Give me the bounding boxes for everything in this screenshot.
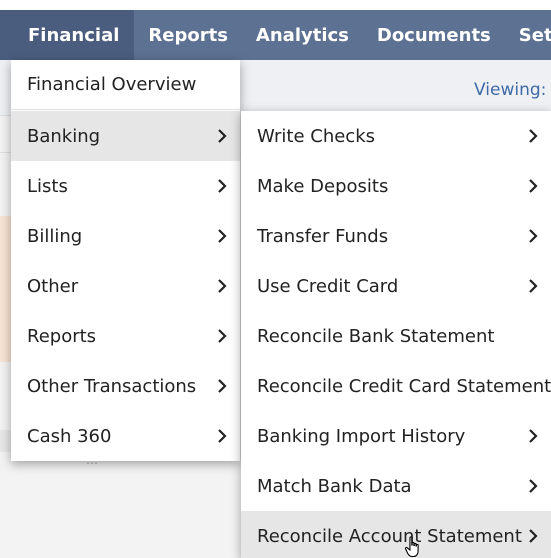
submenu-item-use-credit-card[interactable]: Use Credit Card (241, 261, 551, 311)
menu-item-cash-360[interactable]: Cash 360 (11, 411, 240, 461)
chevron-right-icon (218, 129, 227, 143)
chevron-right-icon (529, 429, 538, 443)
menu-item-label: Billing (27, 225, 83, 247)
nav-setup[interactable]: Setup (505, 10, 551, 60)
menu-item-other[interactable]: Other (11, 261, 240, 311)
menu-item-label: Reports (27, 325, 97, 347)
hand-pointer-icon (404, 536, 419, 558)
menu-item-reports[interactable]: Reports (11, 311, 240, 361)
menu-item-label: Match Bank Data (257, 475, 412, 497)
menu-item-label: Financial Overview (27, 74, 197, 95)
menu-item-lists[interactable]: Lists (11, 161, 240, 211)
top-strip (0, 0, 551, 10)
menu-item-label: Banking (27, 125, 101, 147)
menu-item-label: Cash 360 (27, 425, 112, 447)
submenu-item-banking-import-history[interactable]: Banking Import History (241, 411, 551, 461)
menu-item-billing[interactable]: Billing (11, 211, 240, 261)
nav-documents[interactable]: Documents (363, 10, 505, 60)
menu-item-label: Make Deposits (257, 175, 389, 197)
menu-item-label: Reconcile Credit Card Statement (257, 375, 551, 397)
main-navbar: Financial Reports Analytics Documents Se… (0, 10, 551, 60)
viewing-label[interactable]: Viewing: I (474, 80, 551, 100)
chevron-right-icon (218, 279, 227, 293)
nav-analytics[interactable]: Analytics (242, 10, 363, 60)
menu-item-label: Reconcile Account Statement (257, 525, 522, 547)
chevron-right-icon (529, 229, 538, 243)
submenu-item-reconcile-credit-card-statement[interactable]: Reconcile Credit Card Statement (241, 361, 551, 411)
submenu-item-reconcile-bank-statement[interactable]: Reconcile Bank Statement (241, 311, 551, 361)
menu-item-label: Transfer Funds (257, 225, 389, 247)
chevron-right-icon (218, 179, 227, 193)
chevron-right-icon (529, 129, 538, 143)
chevron-right-icon (529, 529, 538, 543)
submenu-item-transfer-funds[interactable]: Transfer Funds (241, 211, 551, 261)
menu-item-label: Banking Import History (257, 425, 466, 447)
nav-financial[interactable]: Financial (0, 10, 135, 60)
menu-item-label: Other Transactions (27, 375, 197, 397)
menu-item-label: Write Checks (257, 125, 375, 147)
menu-item-label: Other (27, 275, 79, 297)
submenu-item-make-deposits[interactable]: Make Deposits (241, 161, 551, 211)
chevron-right-icon (529, 479, 538, 493)
menu-item-label: Use Credit Card (257, 275, 399, 297)
submenu-item-write-checks[interactable]: Write Checks (241, 111, 551, 161)
nav-reports[interactable]: Reports (134, 10, 242, 60)
financial-menu: Financial Overview Banking Lists Billing… (11, 60, 240, 461)
chevron-right-icon (218, 379, 227, 393)
chevron-right-icon (529, 279, 538, 293)
submenu-item-reconcile-account-statement[interactable]: Reconcile Account Statement (241, 511, 551, 558)
chevron-right-icon (218, 429, 227, 443)
chevron-right-icon (529, 179, 538, 193)
menu-item-banking[interactable]: Banking (11, 111, 240, 161)
menu-item-financial-overview[interactable]: Financial Overview (11, 60, 240, 110)
menu-item-label: Reconcile Bank Statement (257, 325, 495, 347)
menu-item-other-transactions[interactable]: Other Transactions (11, 361, 240, 411)
chevron-right-icon (218, 329, 227, 343)
chevron-right-icon (218, 229, 227, 243)
menu-item-label: Lists (27, 175, 68, 197)
banking-submenu: Write Checks Make Deposits Transfer Fund… (241, 111, 551, 558)
submenu-item-match-bank-data[interactable]: Match Bank Data (241, 461, 551, 511)
